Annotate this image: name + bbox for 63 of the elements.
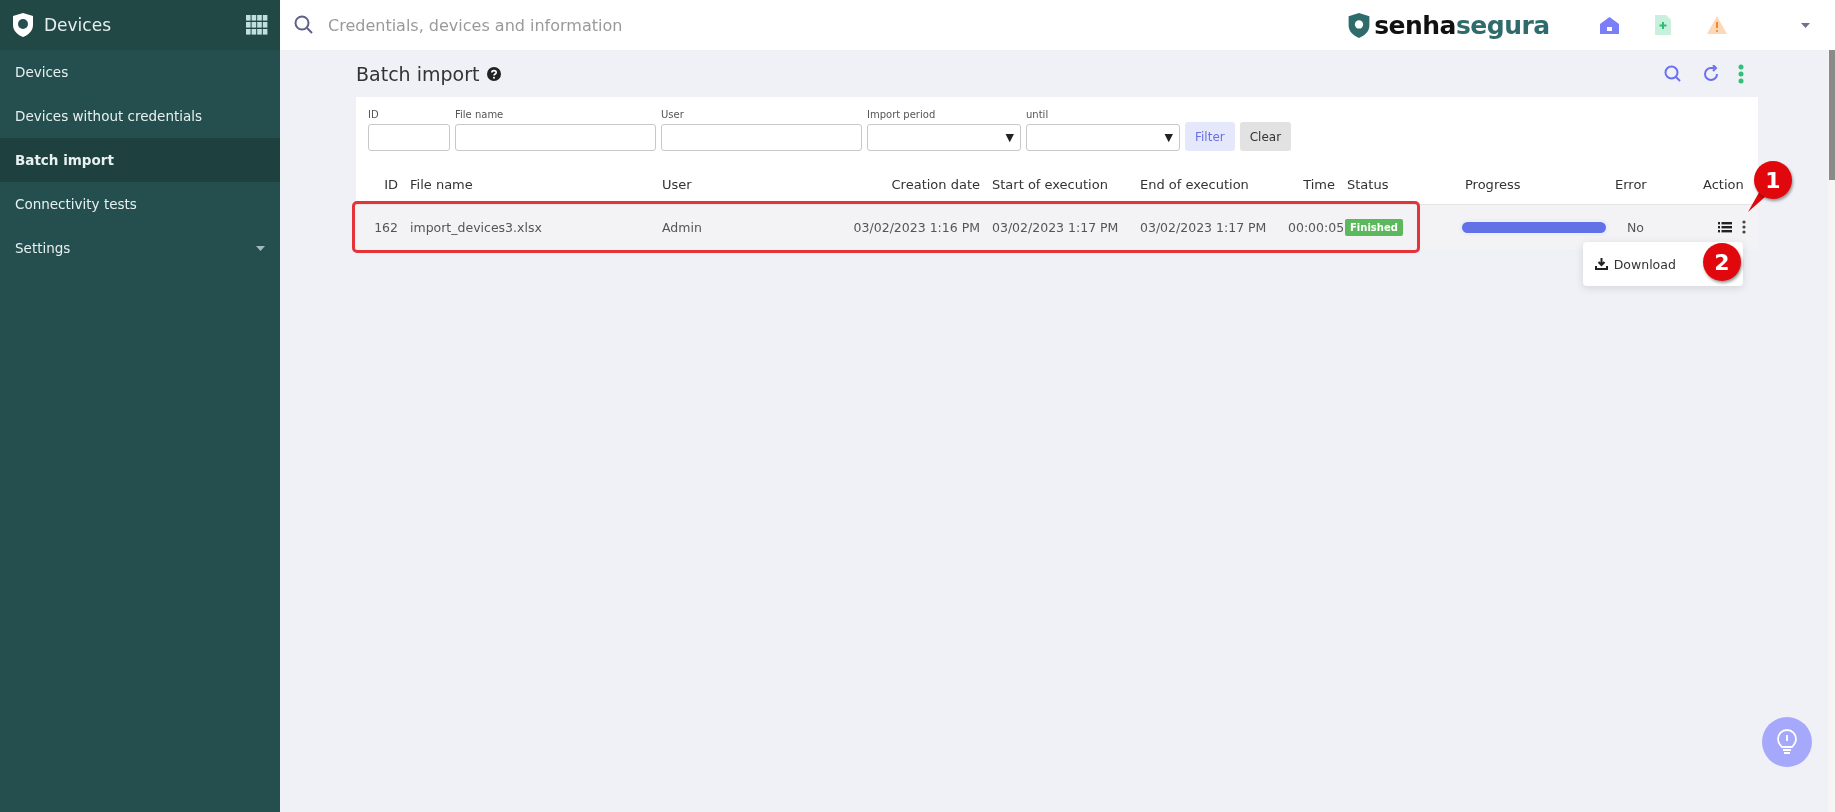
column-header: End of execution: [1139, 177, 1250, 192]
select-field[interactable]: ▼: [867, 124, 1021, 151]
sidebar-item[interactable]: Settings: [0, 226, 280, 270]
column-header: Status: [1346, 177, 1390, 192]
callout-number: 1: [1754, 161, 1792, 199]
table-cell-text: 03/02/2023 1:17 PM: [991, 219, 1120, 235]
caret-icon: ▼: [1164, 131, 1173, 144]
field-label: until: [1026, 109, 1050, 120]
column-header: User: [661, 177, 693, 192]
list-icon[interactable]: [1717, 221, 1732, 233]
more-icon[interactable]: [1741, 220, 1746, 234]
lightbulb-icon: [1776, 729, 1797, 755]
status-badge: Finished: [1345, 218, 1403, 236]
table-cell-text: 162: [373, 219, 399, 235]
help-icon[interactable]: [487, 66, 502, 81]
sidebar-item[interactable]: Devices: [0, 50, 280, 94]
refresh-icon[interactable]: [1701, 64, 1720, 83]
sidebar-item[interactable]: Batch import: [0, 138, 280, 182]
table-cell-text: 00:00:05: [1287, 219, 1341, 235]
page-title: Batch import: [356, 62, 480, 85]
column-header: Error: [1614, 177, 1648, 192]
table-cell-text: Admin: [661, 219, 703, 235]
column-header: Time: [1302, 177, 1336, 192]
column-header: Start of execution: [991, 177, 1109, 192]
input-field[interactable]: [455, 124, 656, 151]
field-label: User: [661, 109, 685, 120]
warning-icon[interactable]: [1706, 16, 1727, 34]
brand-logo-text: segura: [1456, 10, 1550, 40]
column-header: Action: [1702, 177, 1745, 192]
grid-icon[interactable]: [246, 15, 268, 35]
column-header: Progress: [1464, 177, 1522, 192]
tips-button[interactable]: [1761, 717, 1812, 767]
search-icon: [294, 15, 314, 35]
sidebar-item[interactable]: Connectivity tests: [0, 182, 280, 226]
input-field[interactable]: [368, 124, 450, 151]
menu-item[interactable]: Download: [1594, 256, 1676, 272]
sidebar-item[interactable]: Devices without credentials: [0, 94, 280, 138]
caret-icon: [256, 245, 265, 251]
brand-logo-text: senha: [1374, 10, 1456, 40]
search-icon[interactable]: [1663, 64, 1682, 83]
input-field[interactable]: [661, 124, 862, 151]
caret-icon: ▼: [1005, 131, 1014, 144]
shield-icon: [12, 12, 34, 38]
table-cell-text: 03/02/2023 1:16 PM: [852, 219, 981, 235]
table-cell-text: import_devices3.xlsx: [409, 219, 543, 235]
search-input[interactable]: Credentials, devices and information: [326, 14, 1336, 36]
home-icon[interactable]: [1599, 16, 1619, 34]
filter-button[interactable]: Filter: [1185, 122, 1235, 151]
column-header: ID: [383, 177, 399, 192]
field-label: Import period: [867, 109, 937, 120]
column-header: File name: [409, 177, 474, 192]
clear-button[interactable]: Clear: [1239, 122, 1292, 151]
column-header: Creation date: [890, 177, 981, 192]
caret-icon[interactable]: [1800, 22, 1810, 28]
field-label: ID: [368, 109, 380, 120]
shield-icon: [1347, 11, 1372, 39]
select-field[interactable]: ▼: [1026, 124, 1180, 151]
download-icon: [1594, 258, 1608, 270]
table-cell-text: No: [1626, 219, 1645, 235]
module-title: Devices: [44, 15, 112, 35]
file-plus-icon[interactable]: [1654, 15, 1671, 35]
table-cell-text: 03/02/2023 1:17 PM: [1139, 219, 1268, 235]
field-label: File name: [455, 109, 505, 120]
